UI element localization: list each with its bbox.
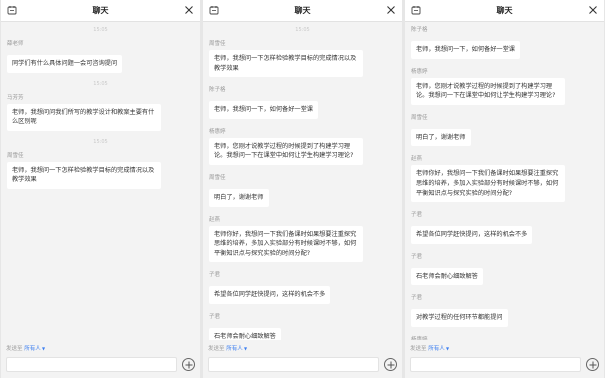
message-sender: 周雪佳 xyxy=(7,152,24,159)
message-item: 子君石老师会耐心细致解答 xyxy=(411,252,598,286)
chat-title: 聊天 xyxy=(294,6,311,15)
send-to-row: 发送至 所有人 ▼ xyxy=(208,344,397,352)
message-sender: 周雪佳 xyxy=(209,41,226,47)
message-sender: 杨惠婷 xyxy=(209,128,226,135)
message-item: 子君对教学过程的任何环节都能提问 xyxy=(411,293,598,328)
message-item: 薛老师同学们有什么具体问题一会可咨询提问 xyxy=(7,39,194,73)
message-item: 周雪佳明白了，谢谢老师 xyxy=(411,113,598,147)
send-to-row: 发送至 所有人 ▼ xyxy=(410,344,599,352)
message-list[interactable]: 15:05 周雪佳 老师，我想问一下怎样检验教学目标的完成情况以及教学效果 陈子格 老师… xyxy=(203,22,402,340)
timestamp: 15:05 xyxy=(295,27,310,33)
close-icon[interactable] xyxy=(184,5,194,15)
send-to-row: 发送至 所有人 ▼ xyxy=(6,344,195,352)
timestamp: 15:05 xyxy=(93,80,108,87)
chat-title: 聊天 xyxy=(92,6,109,15)
message-sender: 陈子格 xyxy=(209,87,226,94)
message-sender: 薛老师 xyxy=(7,41,24,47)
message-bubble: 老师，我想问一下怎样检验教学目标的完成情况以及教学效果 xyxy=(7,161,161,190)
input-row xyxy=(6,357,195,372)
message-bubble: 老师，我想问问我们所写的教学设计和教案主要有什么区别呢 xyxy=(7,103,161,131)
message-sender: 子君 xyxy=(209,314,221,321)
message-sender: 子君 xyxy=(411,295,423,302)
message-item: 周雪佳老师，我想问一下怎样检验教学目标的完成情况以及教学效果 xyxy=(209,39,396,78)
send-to-label: 发送至 xyxy=(410,346,427,352)
message-sender: 赵燕 xyxy=(209,216,221,223)
message-sender: 子君 xyxy=(411,253,423,260)
message-item: 赵燕老师你好，我想问一下我们备课时如果想要注重探究思维的培养，多加入实验部分有时… xyxy=(411,154,598,203)
message-bubble: 老师，您刚才说教学过程的时候提到了构建学习理论。我想问一下在课堂中如何让学生构建… xyxy=(411,77,565,105)
chat-footer: 发送至 所有人 ▼ xyxy=(1,340,200,378)
message-item: 子君希望各位同学赶快提问，这样的机会不多 xyxy=(411,210,598,244)
message-bubble: 同学们有什么具体问题一会可咨询提问 xyxy=(7,55,123,73)
message-item: 子君希望各位同学赶快提问，这样的机会不多 xyxy=(209,270,396,305)
timestamp: 15:05 xyxy=(93,138,108,145)
message-sender: 子君 xyxy=(411,212,423,219)
message-bubble: 明白了，谢谢老师 xyxy=(411,128,471,147)
close-icon[interactable] xyxy=(588,5,598,15)
chat-icon[interactable] xyxy=(209,5,219,15)
message-item: 周雪佳老师，我想问一下怎样检验教学目标的完成情况以及教学效果 xyxy=(7,151,194,190)
message-item: 马芳芳老师，我想问问我们所写的教学设计和教案主要有什么区别呢 xyxy=(7,93,194,131)
chat-header: 聊天 xyxy=(203,0,402,22)
message-input[interactable] xyxy=(208,357,379,372)
chat-header: 聊天 xyxy=(405,0,604,22)
send-to-selector[interactable]: 所有人 xyxy=(226,346,243,352)
message-item: 陈子格老师，我想问一下，如何备好一堂课 xyxy=(209,85,396,119)
add-icon[interactable] xyxy=(384,358,397,371)
message-sender: 赵燕 xyxy=(411,156,423,163)
message-sender: 子君 xyxy=(209,272,221,279)
message-input[interactable] xyxy=(6,357,177,372)
caret-down-icon[interactable]: ▼ xyxy=(41,346,45,351)
close-icon[interactable] xyxy=(386,5,396,15)
chat-footer: 发送至 所有人 ▼ xyxy=(405,340,604,378)
add-icon[interactable] xyxy=(182,358,195,371)
message-sender: 周雪佳 xyxy=(209,175,226,182)
message-list[interactable]: 15:05 薛老师同学们有什么具体问题一会可咨询提问 15:05 马芳芳老师，我想问问… xyxy=(1,22,200,340)
send-to-selector[interactable]: 所有人 xyxy=(428,346,445,352)
message-item: 杨惠婷老师，您刚才说教学过程的时候提到了构建学习理论。我想问一下在课堂中如何让学… xyxy=(209,127,396,166)
message-bubble: 老师你好，我想问一下我们备课时如果想要注重探究思维的培养，多加入实验部分有时候课… xyxy=(411,165,565,203)
chat-icon[interactable] xyxy=(411,5,421,15)
message-item: 杨惠婷老师，您刚才说教学过程的时候提到了构建学习理论。我想问一下在课堂中如何让学… xyxy=(411,67,598,105)
message-bubble: 老师，我想问一下怎样检验教学目标的完成情况以及教学效果 xyxy=(209,50,363,78)
message-sender: 周雪佳 xyxy=(411,114,428,121)
add-icon[interactable] xyxy=(586,358,599,371)
chat-title: 聊天 xyxy=(496,6,513,15)
input-row xyxy=(410,357,599,372)
message-item: 子君石老师会耐心细致解答 xyxy=(209,312,396,340)
chat-panel-1: 聊天 15:05 薛老师同学们有什么具体问题一会可咨询提问 15:05 马芳芳老师，我想… xyxy=(1,0,200,378)
chat-footer: 发送至 所有人 ▼ xyxy=(203,340,402,378)
message-sender: 马芳芳 xyxy=(7,94,24,101)
message-bubble: 石老师会耐心细致解答 xyxy=(411,267,483,286)
message-bubble: 对教学过程的任何环节都能提问 xyxy=(411,309,508,328)
message-input[interactable] xyxy=(410,357,581,372)
chat-header: 聊天 xyxy=(1,0,200,22)
message-item: 赵燕老师你好，我想问一下我们备课时如果想要注重探究思维的培养，多加入实验部分有时… xyxy=(209,215,396,263)
message-bubble: 希望各位同学赶快提问，这样的机会不多 xyxy=(411,226,533,244)
message-bubble: 老师，我想问一下，如何备好一堂课 xyxy=(209,101,318,119)
message-bubble: 希望各位同学赶快提问，这样的机会不多 xyxy=(209,286,331,305)
message-bubble: 老师，我想问一下，如何备好一堂课 xyxy=(411,41,520,59)
message-sender: 杨惠婷 xyxy=(411,68,428,75)
message-item: 陈子格老师，我想问一下，如何备好一堂课 xyxy=(411,25,598,59)
chat-panel-2: 聊天 15:05 周雪佳 老师，我想问一下怎样检验教学目标的完成情况以及教学效果 陈子格… xyxy=(203,0,402,378)
message-list[interactable]: 陈子格老师，我想问一下，如何备好一堂课杨惠婷老师，您刚才说教学过程的时候提到了构… xyxy=(405,22,604,340)
chat-panel-3: 聊天陈子格老师，我想问一下，如何备好一堂课杨惠婷老师，您刚才说教学过程的时候提到… xyxy=(405,0,604,378)
message-sender: 陈子格 xyxy=(411,27,428,33)
caret-down-icon[interactable]: ▼ xyxy=(445,346,449,351)
chat-icon[interactable] xyxy=(7,5,17,15)
message-bubble: 老师你好，我想问一下我们备课时如果想要注重探究思维的培养，多加入实验部分有时候课… xyxy=(209,225,363,263)
timestamp: 15:05 xyxy=(93,27,108,33)
message-bubble: 明白了，谢谢老师 xyxy=(209,189,269,207)
input-row xyxy=(208,357,397,372)
send-to-selector[interactable]: 所有人 xyxy=(24,346,41,352)
message-bubble: 石老师会耐心细致解答 xyxy=(209,328,281,340)
message-bubble: 老师，您刚才说教学过程的时候提到了构建学习理论。我想问一下在课堂中如何让学生构建… xyxy=(209,137,363,166)
send-to-label: 发送至 xyxy=(208,346,225,352)
message-item: 周雪佳明白了，谢谢老师 xyxy=(209,173,396,207)
caret-down-icon[interactable]: ▼ xyxy=(243,346,247,351)
send-to-label: 发送至 xyxy=(6,346,23,352)
